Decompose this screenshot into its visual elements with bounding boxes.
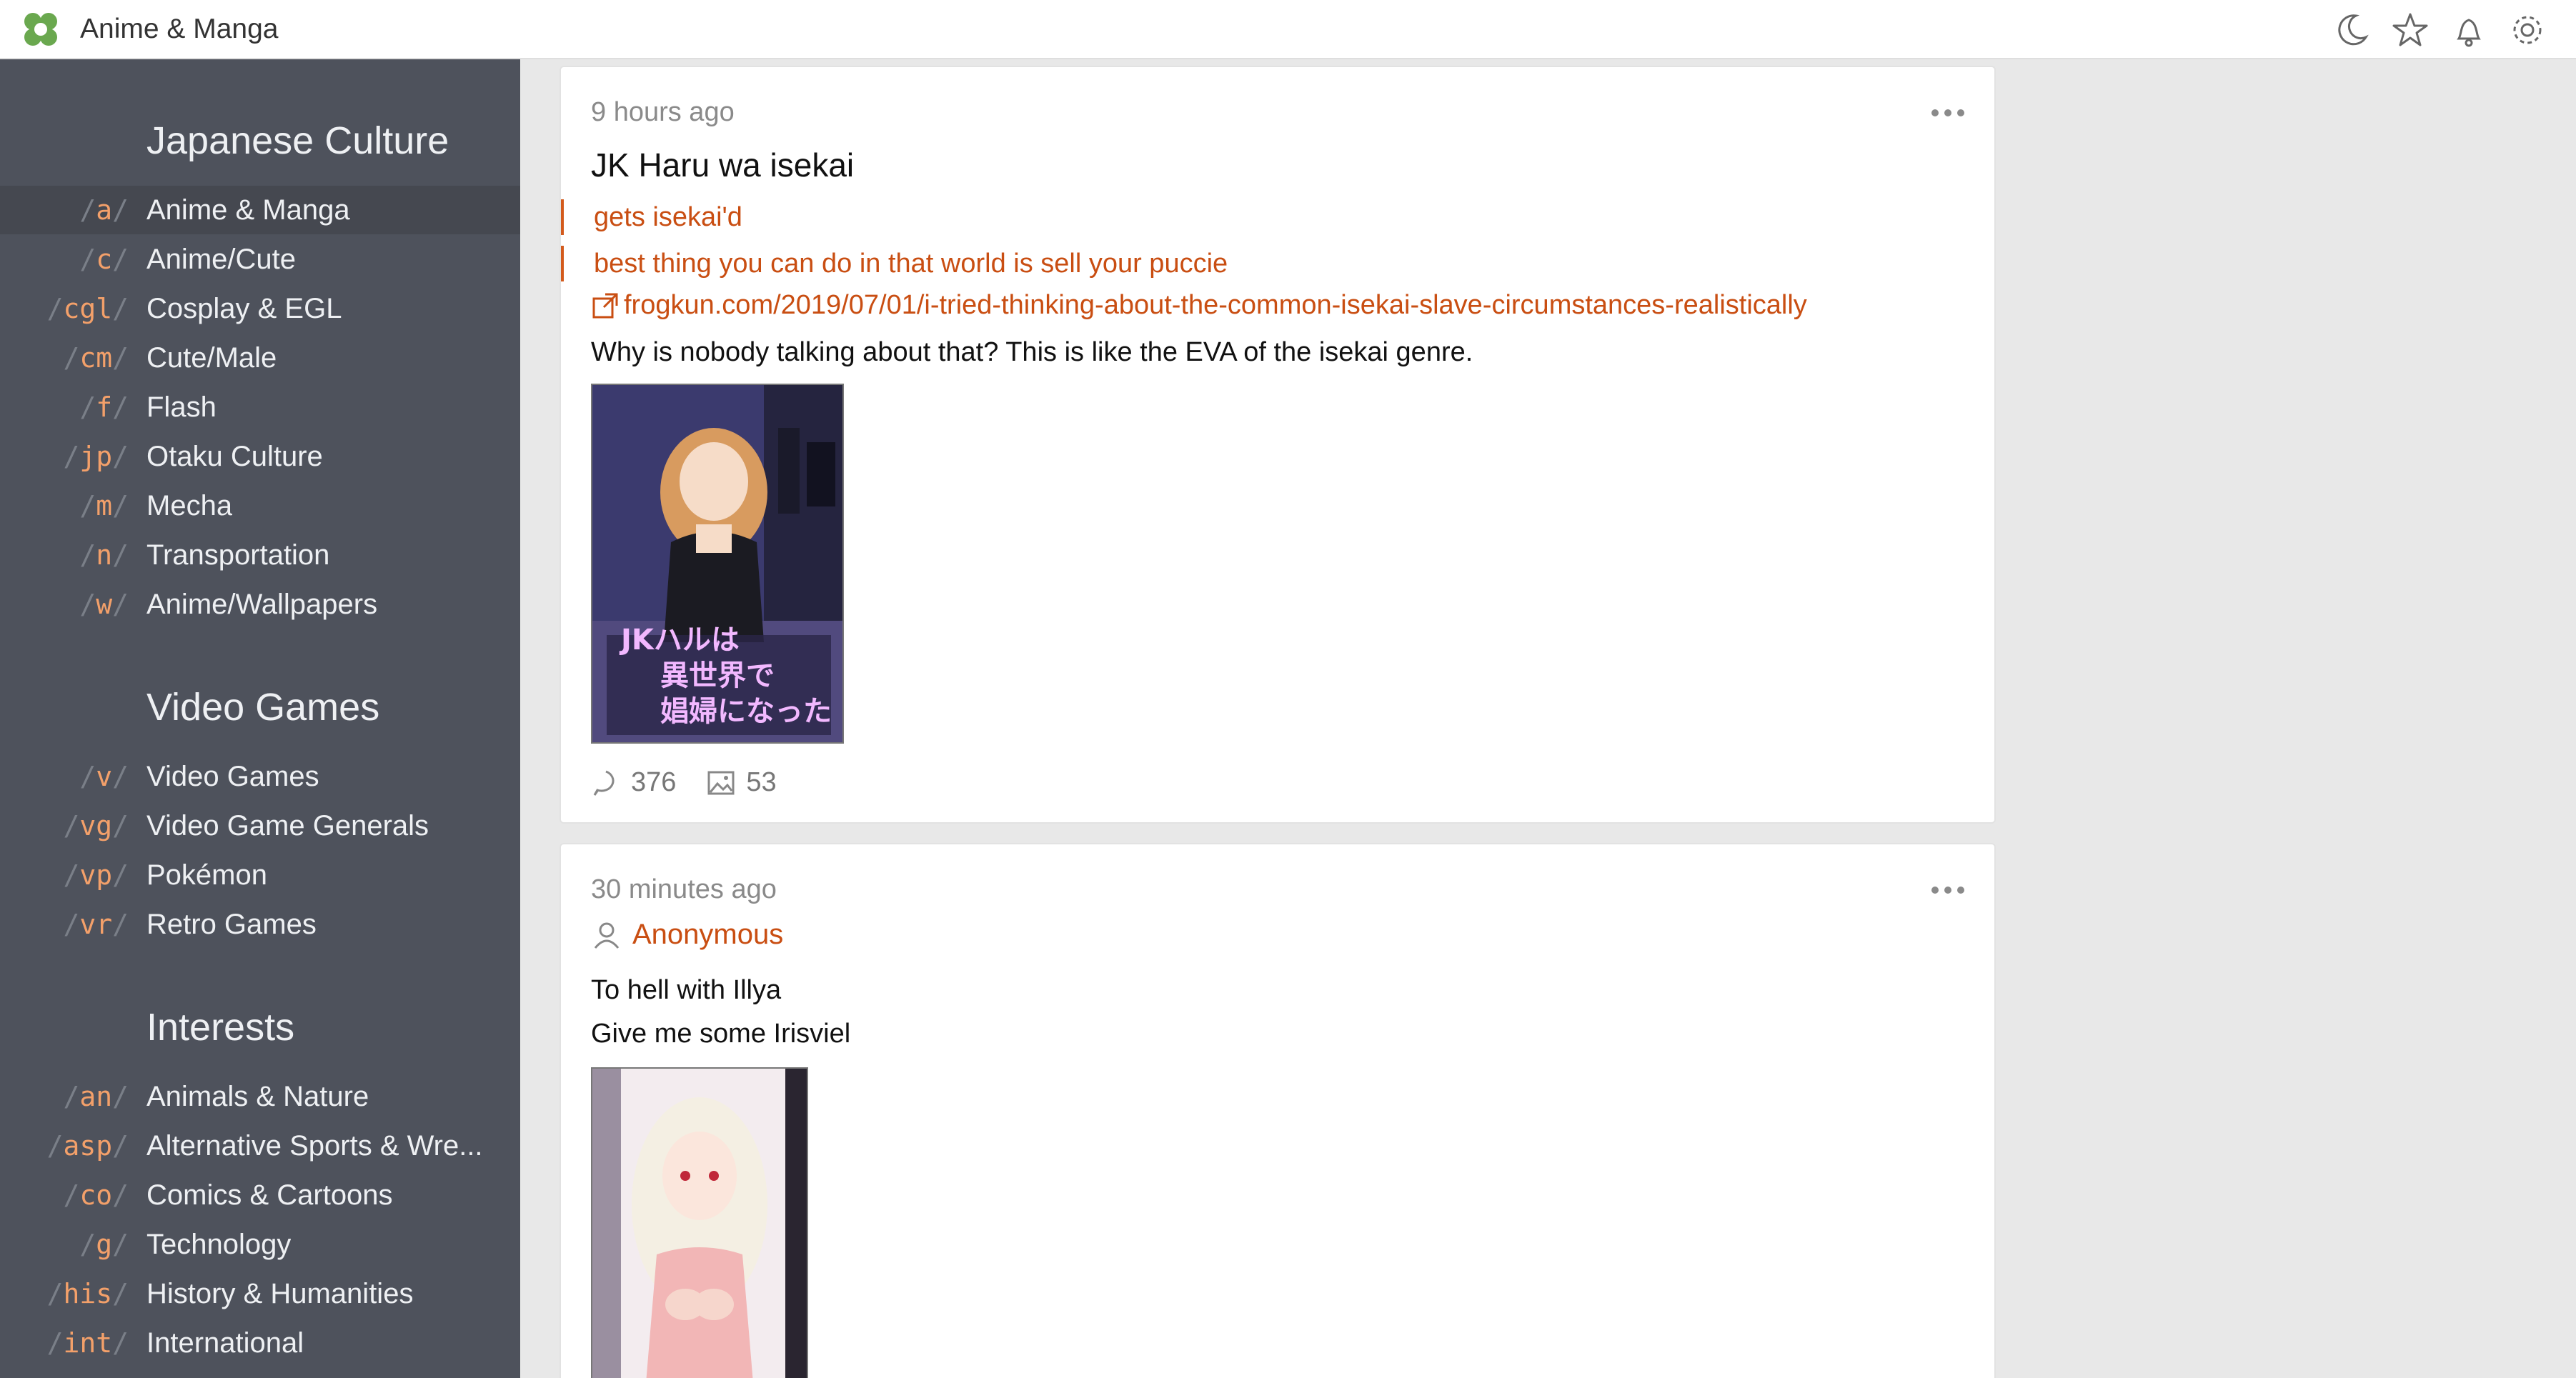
moon-icon[interactable] xyxy=(2332,10,2372,50)
board-code: /a/ xyxy=(79,194,129,226)
post-text: Why is nobody talking about that? This i… xyxy=(591,337,1473,367)
sidebar-item-label: Animals & Nature xyxy=(146,1080,369,1112)
board-code: /n/ xyxy=(79,539,129,571)
sidebar-item-an[interactable]: /an/ Animals & Nature xyxy=(0,1072,520,1121)
board-code: /m/ xyxy=(79,490,129,521)
sidebar-item-a[interactable]: /a/ Anime & Manga xyxy=(0,186,520,234)
sidebar-item-jp[interactable]: /jp/ Otaku Culture xyxy=(0,432,520,481)
sidebar-item-label: Mecha xyxy=(146,489,233,521)
star-icon[interactable] xyxy=(2390,10,2430,50)
board-code: /co/ xyxy=(63,1179,129,1211)
section-heading: Japanese Culture xyxy=(146,119,449,162)
bell-icon[interactable] xyxy=(2449,10,2489,50)
board-code: /his/ xyxy=(46,1278,129,1309)
post-text-line: Give me some Irisviel xyxy=(591,1019,851,1049)
board-code: /int/ xyxy=(46,1327,129,1359)
sidebar-item-label: Technology xyxy=(146,1228,292,1260)
thread-stats: 376 53 xyxy=(591,767,807,798)
svg-text:異世界で: 異世界で xyxy=(660,659,775,692)
link-text: frogkun.com/2019/07/01/i-tried-thinking-… xyxy=(624,290,1807,320)
sidebar-item-label: Flash xyxy=(146,391,217,423)
user-icon xyxy=(594,922,620,949)
sidebar-item-label: Pokémon xyxy=(146,859,267,891)
sidebar-item-label: Cosplay & EGL xyxy=(146,292,342,324)
app-title: Anime & Manga xyxy=(80,14,279,44)
sidebar-item-cm[interactable]: /cm/ Cute/Male xyxy=(0,334,520,382)
sidebar-item-int[interactable]: /int/ International xyxy=(0,1319,520,1367)
thread-card[interactable]: 9 hours ago JK Haru wa isekai gets iseka… xyxy=(560,66,1996,824)
section-heading: Interests xyxy=(146,1006,295,1049)
thread-image[interactable] xyxy=(591,1067,808,1378)
comment-icon xyxy=(593,770,615,796)
image-icon xyxy=(707,771,735,794)
sidebar-item-label: Retro Games xyxy=(146,908,317,940)
external-link[interactable]: frogkun.com/2019/07/01/i-tried-thinking-… xyxy=(591,290,1807,321)
sidebar-item-cgl[interactable]: /cgl/ Cosplay & EGL xyxy=(0,284,520,333)
sidebar-item-vr[interactable]: /vr/ Retro Games xyxy=(0,900,520,949)
sidebar-item-m[interactable]: /m/ Mecha xyxy=(0,481,520,530)
section-heading: Video Games xyxy=(146,686,380,729)
more-options-icon[interactable] xyxy=(1931,107,1964,119)
board-code: /vg/ xyxy=(63,810,129,842)
board-code: /cm/ xyxy=(63,342,129,374)
thread-image[interactable]: JKハルは 異世界で 娼婦になった xyxy=(591,384,844,744)
sidebar-item-vp[interactable]: /vp/ Pokémon xyxy=(0,851,520,899)
author-name: Anonymous xyxy=(632,919,784,950)
board-code: /vp/ xyxy=(63,859,129,891)
sidebar-item-label: Anime/Wallpapers xyxy=(146,588,378,620)
board-code: /g/ xyxy=(79,1229,129,1260)
sidebar-item-n[interactable]: /n/ Transportation xyxy=(0,531,520,579)
thread-card[interactable]: 30 minutes ago Anonymous To hell with Il… xyxy=(560,843,1996,1378)
board-code: /f/ xyxy=(79,391,129,423)
sidebar-item-label: Video Games xyxy=(146,760,319,792)
sidebar-item-label: Cute/Male xyxy=(146,341,277,374)
board-code: /c/ xyxy=(79,244,129,275)
sidebar-item-g[interactable]: /g/ Technology xyxy=(0,1220,520,1269)
board-code: /vr/ xyxy=(63,909,129,940)
board-code: /jp/ xyxy=(63,441,129,472)
sidebar-item-label: Video Game Generals xyxy=(146,809,429,842)
thread-title: JK Haru wa isekai xyxy=(591,146,855,184)
sidebar-item-label: Alternative Sports & Wre... xyxy=(146,1129,483,1162)
board-code: /an/ xyxy=(63,1081,129,1112)
svg-text:JKハルは: JKハルは xyxy=(619,624,740,656)
top-bar: Anime & Manga xyxy=(0,0,2576,59)
board-code: /cgl/ xyxy=(46,293,129,324)
board-code: /asp/ xyxy=(46,1130,129,1162)
sidebar-item-label: Anime/Cute xyxy=(146,243,296,275)
greentext-line: best thing you can do in that world is s… xyxy=(561,246,1228,281)
sidebar-item-v[interactable]: /v/ Video Games xyxy=(0,752,520,801)
sidebar-item-f[interactable]: /f/ Flash xyxy=(0,383,520,431)
sidebar-item-asp[interactable]: /asp/ Alternative Sports & Wre... xyxy=(0,1122,520,1170)
post-time: 30 minutes ago xyxy=(591,874,777,904)
sidebar-item-label: International xyxy=(146,1327,304,1359)
greentext-line: gets isekai'd xyxy=(561,199,742,235)
post-author[interactable]: Anonymous xyxy=(591,919,783,951)
svg-text:娼婦になった: 娼婦になった xyxy=(660,695,832,728)
sidebar-item-co[interactable]: /co/ Comics & Cartoons xyxy=(0,1171,520,1219)
sidebar-item-label: Anime & Manga xyxy=(146,194,350,226)
post-time: 9 hours ago xyxy=(591,97,735,127)
sidebar-item-his[interactable]: /his/ History & Humanities xyxy=(0,1269,520,1318)
sidebar-item-label: Comics & Cartoons xyxy=(146,1179,393,1211)
sidebar-item-label: Otaku Culture xyxy=(146,440,323,472)
reply-count: 376 xyxy=(591,767,676,798)
clover-logo-icon[interactable] xyxy=(20,10,61,50)
image-count: 53 xyxy=(706,767,777,798)
gear-icon[interactable] xyxy=(2507,10,2547,50)
sidebar-item-c[interactable]: /c/ Anime/Cute xyxy=(0,235,520,284)
board-code: /v/ xyxy=(79,761,129,792)
sidebar-item-w[interactable]: /w/ Anime/Wallpapers xyxy=(0,580,520,629)
sidebar-item-label: Transportation xyxy=(146,539,330,571)
sidebar-item-label: History & Humanities xyxy=(146,1277,414,1309)
board-code: /w/ xyxy=(79,589,129,620)
post-text-line: To hell with Illya xyxy=(591,975,782,1005)
external-link-icon xyxy=(592,293,618,318)
more-options-icon[interactable] xyxy=(1931,884,1964,896)
board-sidebar: Japanese Culture /a/ Anime & Manga /c/ A… xyxy=(0,59,520,1378)
sidebar-item-vg[interactable]: /vg/ Video Game Generals xyxy=(0,802,520,850)
